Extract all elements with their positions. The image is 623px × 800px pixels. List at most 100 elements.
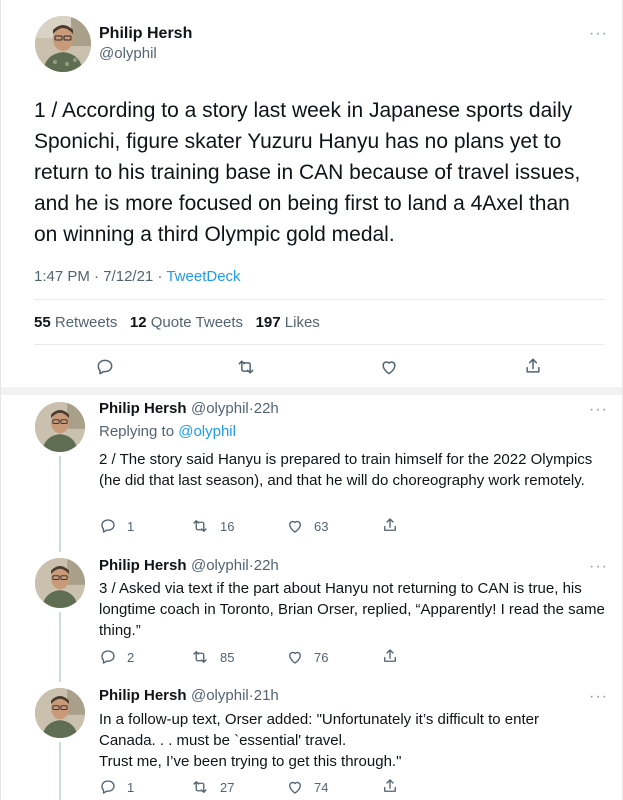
share-icon	[384, 649, 396, 662]
divider	[34, 299, 604, 300]
reply-text: In a follow-up text, Orser added: "Unfor…	[99, 709, 609, 772]
reply-header: Philip Hersh @olyphil·21h	[99, 687, 279, 705]
heart-icon	[382, 361, 396, 375]
section-divider	[1, 387, 622, 395]
like-count: 76	[314, 649, 329, 665]
retweet-button[interactable]: 16	[190, 517, 234, 535]
retweet-count: 85	[220, 649, 235, 665]
retweet-count: 27	[220, 779, 235, 795]
share-icon	[384, 518, 396, 531]
reply-age[interactable]: 22h	[254, 557, 279, 574]
quotes-label: Quote Tweets	[150, 314, 244, 331]
tweet-date[interactable]: 7/12/21	[103, 268, 153, 285]
likes-stat[interactable]: 197 Likes	[256, 314, 320, 331]
reply-avatar[interactable]	[35, 558, 85, 608]
reply-icon	[97, 359, 113, 375]
reply-count: 2	[127, 649, 135, 665]
retweets-label: Retweets	[54, 314, 118, 331]
more-dots-icon[interactable]: ···	[589, 689, 608, 705]
heart-icon	[289, 781, 301, 794]
replying-to-handle[interactable]: @olyphil	[178, 423, 236, 440]
reply-text: 2 / The story said Hanyu is prepared to …	[99, 451, 593, 489]
reply-icon	[101, 650, 115, 664]
reply-author-name[interactable]: Philip Hersh	[99, 687, 187, 704]
reply-count: 1	[127, 779, 135, 795]
reply-header: Philip Hersh @olyphil·22h	[99, 557, 279, 575]
like-count: 63	[314, 518, 329, 534]
retweet-button[interactable]: 27	[190, 778, 234, 796]
avatar-photo-icon	[35, 558, 85, 608]
tweet-thread-page: Philip Hersh @olyphil ··· 1 / According …	[0, 0, 623, 800]
tweet-timestamp: 1:47 PM · 7/12/21 · TweetDeck	[34, 268, 241, 285]
reply-text-line: Trust me, I’ve been trying to get this t…	[99, 753, 402, 770]
share-icon	[526, 358, 540, 373]
thread-connector	[59, 456, 61, 552]
likes-label: Likes	[284, 314, 320, 331]
retweet-button[interactable]	[235, 357, 257, 377]
reply-avatar[interactable]	[35, 688, 85, 738]
reply-text: 3 / Asked via text if the part about Han…	[99, 580, 605, 639]
retweet-icon	[193, 520, 207, 532]
reply-author-handle[interactable]: @olyphil	[191, 557, 249, 574]
tweet-stats: 55 Retweets 12 Quote Tweets 197 Likes	[34, 314, 320, 331]
like-button[interactable]	[379, 357, 399, 377]
retweet-button[interactable]: 85	[190, 648, 234, 666]
quotes-count: 12	[129, 314, 147, 331]
more-dots-icon[interactable]: ···	[589, 26, 608, 42]
like-count: 74	[314, 779, 329, 795]
reply-button[interactable]: 1	[99, 778, 134, 796]
retweet-icon	[193, 651, 207, 663]
reply-button[interactable]	[95, 357, 115, 377]
quotes-stat[interactable]: 12 Quote Tweets	[130, 314, 247, 331]
tweet-time[interactable]: 1:47 PM	[34, 268, 90, 285]
avatar-photo-icon	[35, 688, 85, 738]
share-icon	[384, 779, 396, 792]
like-button[interactable]: 76	[286, 648, 328, 666]
more-dots-icon[interactable]: ···	[589, 402, 608, 418]
like-button[interactable]: 63	[286, 517, 328, 535]
reply-icon	[101, 780, 115, 794]
retweets-stat[interactable]: 55 Retweets	[34, 314, 122, 331]
retweet-icon	[193, 781, 207, 793]
separator-dot: ·	[94, 268, 100, 285]
more-dots-icon[interactable]: ···	[589, 559, 608, 575]
reply-author-handle[interactable]: @olyphil	[191, 400, 249, 417]
thread-connector	[59, 742, 61, 800]
like-button[interactable]: 74	[286, 778, 328, 796]
share-button[interactable]	[381, 647, 399, 665]
reply-author-handle[interactable]: @olyphil	[191, 687, 249, 704]
reply-age[interactable]: 21h	[254, 687, 279, 704]
avatar-photo-icon	[35, 16, 91, 72]
retweet-count: 16	[220, 518, 235, 534]
reply-age[interactable]: 22h	[254, 400, 279, 417]
reply-count: 1	[127, 518, 135, 534]
author-handle[interactable]: @olyphil	[99, 45, 157, 62]
author-name[interactable]: Philip Hersh	[99, 25, 192, 43]
replying-to-label: Replying to	[99, 423, 175, 440]
reply-author-name[interactable]: Philip Hersh	[99, 400, 187, 417]
retweets-count: 55	[34, 314, 51, 331]
reply-author-name[interactable]: Philip Hersh	[99, 557, 187, 574]
avatar-photo-icon	[35, 402, 85, 452]
reply-header: Philip Hersh @olyphil·22h	[99, 400, 279, 418]
likes-count: 197	[255, 314, 281, 331]
tweet-text: 1 / According to a story last week in Ja…	[34, 99, 581, 246]
reply-button[interactable]: 1	[99, 517, 134, 535]
heart-icon	[289, 651, 301, 664]
reply-icon	[101, 519, 115, 533]
replying-to: Replying to @olyphil	[99, 423, 236, 440]
divider	[34, 344, 604, 345]
heart-icon	[289, 520, 301, 533]
separator-dot: ·	[157, 268, 163, 285]
reply-button[interactable]: 2	[99, 648, 134, 666]
reply-text-line: In a follow-up text, Orser added: "Unfor…	[99, 711, 539, 728]
share-button[interactable]	[381, 777, 399, 795]
reply-text-line: Canada. . . must be `essential' travel.	[99, 732, 347, 749]
reply-avatar[interactable]	[35, 402, 85, 452]
tweet-source-link[interactable]: TweetDeck	[166, 268, 240, 285]
share-button[interactable]	[523, 356, 543, 376]
retweet-icon	[238, 360, 254, 374]
share-button[interactable]	[381, 516, 399, 534]
author-avatar[interactable]	[35, 16, 91, 72]
thread-connector	[59, 612, 61, 682]
